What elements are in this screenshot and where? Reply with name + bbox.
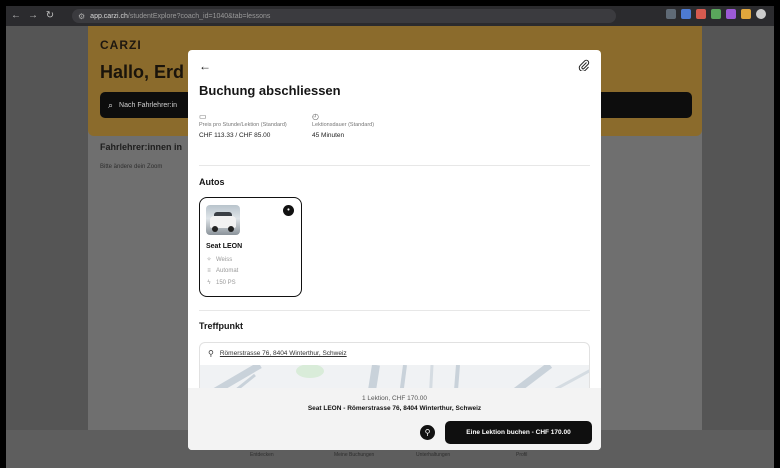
car-photo: [206, 205, 240, 235]
zoom-note: Bitte ändere dein Zoom: [100, 164, 163, 170]
reload-icon[interactable]: ↻: [43, 9, 57, 23]
extension-icon[interactable]: [741, 9, 751, 19]
nav-item-profil[interactable]: Profil: [516, 452, 527, 458]
profile-avatar[interactable]: [756, 9, 766, 19]
extension-icon[interactable]: [711, 9, 721, 19]
book-lesson-button[interactable]: Eine Lektion buchen - CHF 170.00: [445, 421, 592, 444]
meeting-point-heading: Treffpunkt: [199, 321, 243, 331]
greeting-heading: Hallo, Erd: [100, 62, 185, 82]
booking-details: Seat LEON - Römerstrasse 76, 8404 Winter…: [307, 405, 482, 412]
carzi-logo: CARZI: [100, 38, 142, 52]
url-path: /studentExplore?coach_id=1040&tab=lesson…: [127, 12, 271, 20]
modal-title: Buchung abschliessen: [199, 83, 341, 98]
meeting-address-link[interactable]: Römerstrasse 76, 8404 Winterthur, Schwei…: [220, 350, 347, 357]
car-name: Seat LEON: [206, 243, 243, 250]
address-bar[interactable]: ⚙ app.carzi.ch/studentExplore?coach_id=1…: [72, 9, 616, 23]
extension-icon[interactable]: [681, 9, 691, 19]
back-nav-icon[interactable]: ←: [9, 9, 23, 23]
nav-item-unterhaltungen[interactable]: Unterhaltungen: [416, 452, 450, 458]
extension-icon[interactable]: [696, 9, 706, 19]
booking-summary: 1 Lektion, CHF 170.00: [361, 395, 428, 402]
location-button[interactable]: ⚲: [420, 425, 435, 440]
forward-nav-icon[interactable]: →: [26, 9, 40, 23]
duration-label: Lektionsdauer (Standard): [312, 122, 375, 128]
divider: [199, 310, 590, 311]
booking-footer: 1 Lektion, CHF 170.00 Seat LEON - Römers…: [188, 388, 601, 450]
duration-info: ◴ Lektionsdauer (Standard) 45 Minuten: [312, 112, 422, 139]
meeting-address-row[interactable]: ⚲ Römerstrasse 76, 8404 Winterthur, Schw…: [208, 349, 347, 358]
map-pin-icon: ⚲: [208, 349, 214, 358]
booking-modal: ← Buchung abschliessen ▭ Preis pro Stund…: [188, 50, 601, 450]
paint-icon: ✧: [206, 257, 212, 263]
browser-toolbar: ← → ↻ ⚙ app.carzi.ch/studentExplore?coac…: [6, 6, 774, 26]
divider: [199, 165, 590, 166]
gearbox-icon: ≡: [207, 268, 211, 274]
site-info-icon[interactable]: ⚙: [78, 12, 85, 21]
nav-item-buchungen[interactable]: Meine Buchungen: [334, 452, 374, 458]
price-info: ▭ Preis pro Stunde/Lektion (Standard) CH…: [199, 112, 299, 139]
price-value: CHF 113.33 / CHF 85.00: [199, 132, 271, 139]
car-card-seat-leon[interactable]: • Seat LEON ✧ Weiss ≡ Automat ϟ 150 PS: [199, 197, 302, 297]
search-icon: ⌕: [108, 99, 114, 110]
info-icon[interactable]: •: [283, 205, 294, 216]
url-host: app.carzi.ch: [90, 12, 128, 20]
duration-value: 45 Minuten: [312, 132, 345, 139]
price-label: Preis pro Stunde/Lektion (Standard): [199, 122, 287, 128]
extensions-bar: [666, 9, 766, 19]
modal-body[interactable]: ← Buchung abschliessen ▭ Preis pro Stund…: [188, 50, 601, 388]
arrow-left-icon[interactable]: ←: [199, 59, 211, 73]
car-power: ϟ 150 PS: [207, 280, 236, 286]
bolt-icon: ϟ: [207, 280, 211, 286]
cars-heading: Autos: [199, 177, 225, 187]
paperclip-icon[interactable]: [578, 59, 590, 71]
map-view[interactable]: [200, 365, 590, 388]
extension-icon[interactable]: [726, 9, 736, 19]
car-transmission: ≡ Automat: [207, 268, 239, 274]
search-placeholder: Nach Fahrlehrer:in: [119, 101, 178, 109]
browser-window: ← → ↻ ⚙ app.carzi.ch/studentExplore?coac…: [0, 0, 780, 468]
money-icon: ▭: [199, 112, 207, 121]
extension-icon[interactable]: [666, 9, 676, 19]
car-color: ✧ Weiss: [206, 256, 233, 264]
teachers-heading: Fahrlehrer:innen in: [100, 142, 183, 152]
nav-item-entdecken[interactable]: Entdecken: [250, 452, 274, 458]
clock-icon: ◴: [312, 112, 319, 121]
meeting-point-box: ⚲ Römerstrasse 76, 8404 Winterthur, Schw…: [199, 342, 590, 388]
